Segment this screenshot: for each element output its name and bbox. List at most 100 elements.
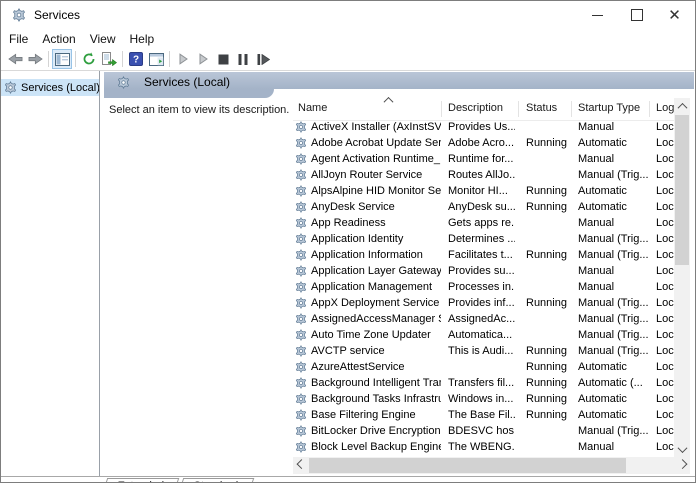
table-row[interactable]: AllJoyn Router ServiceRoutes AllJo...Man… [293,168,674,184]
export-list-icon [101,52,117,66]
column-header-log-on-as[interactable]: Log On As [656,102,675,114]
service-log-on-as: Loca [656,345,674,357]
service-description: Determines ... [448,233,515,245]
scroll-left-button[interactable] [293,457,309,474]
service-description: The WBENG... [448,441,515,453]
resume-service-button[interactable] [193,49,213,69]
vertical-scrollbar[interactable] [674,98,690,457]
minimize-button[interactable] [582,1,613,29]
forward-arrow-icon [28,53,43,65]
title-bar[interactable]: Services ✕ [1,1,695,29]
service-name: Background Tasks Infrastruc... [311,393,441,405]
service-description: Facilitates t... [448,249,515,261]
service-gear-icon [295,281,308,294]
table-row[interactable]: Auto Time Zone UpdaterAutomatica...Manua… [293,328,674,344]
tab-standard[interactable]: Standard [177,478,254,483]
refresh-button[interactable] [79,49,99,69]
services-header-tab [104,89,274,98]
service-gear-icon [295,137,308,150]
column-header-startup-type[interactable]: Startup Type [578,102,648,114]
help-button[interactable]: ? [126,49,146,69]
service-name: AllJoyn Router Service [311,169,441,181]
table-row[interactable]: BitLocker Drive Encryption ...BDESVC hos… [293,424,674,440]
table-row[interactable]: AzureAttestServiceRunningAutomaticLoca [293,360,674,376]
menu-action[interactable]: Action [42,32,84,46]
tree-item-services-local[interactable]: Services (Local) [1,79,99,96]
table-row[interactable]: Background Tasks Infrastruc...Windows in… [293,392,674,408]
horizontal-scrollbar[interactable] [293,457,690,474]
column-header-description[interactable]: Description [448,102,516,114]
table-row[interactable]: ActiveX Installer (AxInstSV)Provides Us.… [293,120,674,136]
service-log-on-as: Loca [656,361,674,373]
service-startup-type: Manual (Trig... [578,233,654,245]
scroll-down-button[interactable] [674,441,690,457]
service-log-on-as: Loca [656,153,674,165]
table-row[interactable]: AppX Deployment Service (...Provides inf… [293,296,674,312]
table-row[interactable]: Agent Activation Runtime_...Runtime for.… [293,152,674,168]
service-name: Adobe Acrobat Update Serv... [311,137,441,149]
service-log-on-as: Loca [656,233,674,245]
menu-help[interactable]: Help [130,32,164,46]
service-gear-icon [295,121,308,134]
service-status: Running [526,377,571,389]
service-description: AnyDesk su... [448,201,515,213]
service-name: AnyDesk Service [311,201,441,213]
service-description: This is Audi... [448,345,515,357]
scroll-up-button[interactable] [674,98,690,114]
table-row[interactable]: AVCTP serviceThis is Audi...RunningManua… [293,344,674,360]
table-row[interactable]: Block Level Backup Engine ...The WBENG..… [293,440,674,456]
maximize-button[interactable] [621,1,652,29]
column-divider[interactable] [518,101,519,117]
table-row[interactable]: AnyDesk ServiceAnyDesk su...RunningAutom… [293,200,674,216]
restart-service-button[interactable] [253,49,273,69]
horizontal-scrollbar-thumb[interactable] [309,458,626,473]
service-startup-type: Manual [578,441,654,453]
column-header-status[interactable]: Status [526,102,571,114]
service-description: Adobe Acro... [448,137,515,149]
service-startup-type: Manual (Trig... [578,425,654,437]
back-arrow-icon [8,53,23,65]
refresh-icon [82,52,96,66]
service-description: AssignedAc... [448,313,515,325]
window-title: Services [34,8,80,22]
service-gear-icon [295,201,308,214]
start-service-button[interactable] [173,49,193,69]
table-row[interactable]: Application Layer Gateway ...Provides su… [293,264,674,280]
stop-service-button[interactable] [213,49,233,69]
table-row[interactable]: AlpsAlpine HID Monitor Ser...Monitor HI.… [293,184,674,200]
service-name: App Readiness [311,217,441,229]
console-tree-icon [55,53,70,66]
column-header-name[interactable]: Name [298,102,438,114]
table-row[interactable]: Background Intelligent Tran...Transfers … [293,376,674,392]
service-description: Gets apps re... [448,217,515,229]
column-divider[interactable] [441,101,442,117]
back-button[interactable] [5,49,25,69]
show-action-pane-button[interactable] [146,49,166,69]
table-row[interactable]: AssignedAccessManager Se...AssignedAc...… [293,312,674,328]
pause-service-button[interactable] [233,49,253,69]
forward-button[interactable] [25,49,45,69]
service-gear-icon [295,233,308,246]
tab-extended[interactable]: Extended [101,478,180,483]
show-console-tree-button[interactable] [52,49,72,69]
service-description: BDESVC hos... [448,425,515,437]
table-row[interactable]: Application InformationFacilitates t...R… [293,248,674,264]
column-divider[interactable] [571,101,572,117]
table-row[interactable]: Application IdentityDetermines ...Manual… [293,232,674,248]
table-row[interactable]: Adobe Acrobat Update Serv... Adobe Acro..… [293,136,674,152]
service-log-on-as: Loca [656,185,674,197]
service-status: Running [526,409,571,421]
table-row[interactable]: App ReadinessGets apps re...ManualLoca [293,216,674,232]
close-button[interactable]: ✕ [659,1,690,29]
export-list-button[interactable] [99,49,119,69]
table-row[interactable]: Application ManagementProcesses in...Man… [293,280,674,296]
menu-file[interactable]: File [9,32,37,46]
vertical-scrollbar-thumb[interactable] [675,115,689,265]
column-divider[interactable] [649,101,650,117]
table-row[interactable]: Base Filtering EngineThe Base Fil...Runn… [293,408,674,424]
chevron-up-icon [677,102,687,112]
scroll-right-button[interactable] [674,457,690,474]
service-name: Application Information [311,249,441,261]
menu-view[interactable]: View [90,32,125,46]
service-name: AVCTP service [311,345,441,357]
